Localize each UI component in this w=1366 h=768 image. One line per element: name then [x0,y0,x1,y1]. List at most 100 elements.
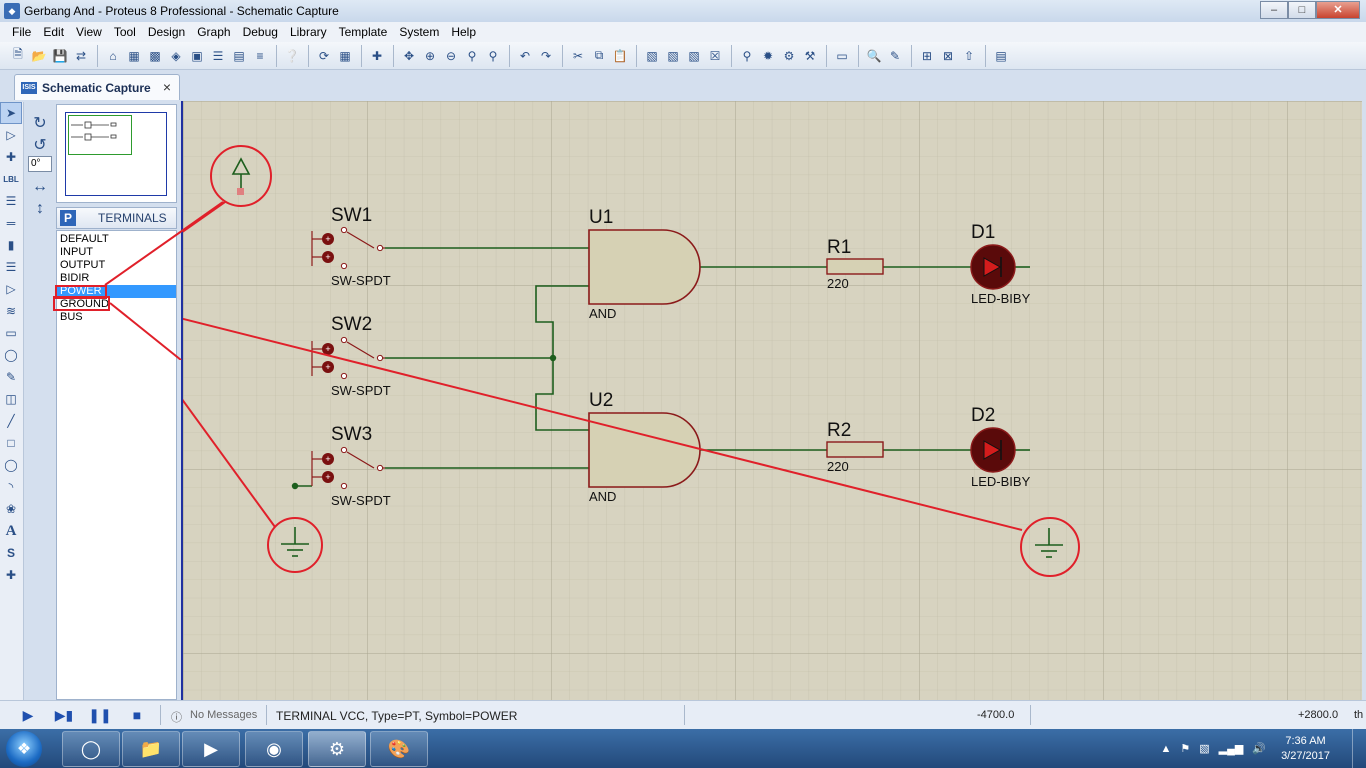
start-button[interactable]: ❖ [6,731,42,767]
minimize-button[interactable]: – [1260,1,1288,19]
maximize-button[interactable]: □ [1288,1,1316,19]
junction-dot[interactable] [291,482,299,490]
junction-dot[interactable] [549,354,557,362]
pan-icon[interactable]: ✥ [399,46,419,66]
menu-file[interactable]: File [6,25,37,39]
save-icon[interactable]: 💾 [50,46,70,66]
menu-help[interactable]: Help [445,25,482,39]
block-rotate-icon[interactable]: ▧ [684,46,704,66]
subcircuit-mode-icon[interactable]: ▮ [0,234,22,256]
paint-icon[interactable]: 🎨 [370,731,428,767]
paste-icon[interactable]: 📋 [610,46,630,66]
zoom-out-icon[interactable]: ⊖ [441,46,461,66]
pause-icon[interactable]: ❚❚ [88,707,111,723]
internet-explorer-icon[interactable]: ◯ [62,731,120,767]
copy-icon[interactable]: ⧉ [589,46,609,66]
menu-graph[interactable]: Graph [191,25,236,39]
origin-icon[interactable]: ✚ [367,46,387,66]
menu-template[interactable]: Template [333,25,394,39]
overview-window[interactable] [56,104,177,203]
bom-icon[interactable]: ▤ [229,46,249,66]
menu-view[interactable]: View [70,25,108,39]
voltage-probe-mode-icon[interactable]: ✎ [0,366,22,388]
step-icon[interactable]: ▶▮ [55,707,73,723]
terminal-item-input[interactable]: INPUT [57,246,176,259]
block-delete-icon[interactable]: ☒ [705,46,725,66]
menu-design[interactable]: Design [142,25,191,39]
help-icon[interactable]: ❔ [282,46,302,66]
block-copy-icon[interactable]: ▧ [642,46,662,66]
text-script-mode-icon[interactable]: ☰ [0,190,22,212]
schematic-icon[interactable]: ▦ [124,46,144,66]
tab-close-icon[interactable]: × [163,79,171,95]
virtual-instruments-mode-icon[interactable]: ◫ [0,388,22,410]
line-mode-icon[interactable]: ╱ [0,410,22,432]
home-icon[interactable]: ⌂ [103,46,123,66]
zoom-area-icon[interactable]: ⚲ [483,46,503,66]
wire-autorouter-icon[interactable]: ▭ [832,46,852,66]
tape-recorder-mode-icon[interactable]: ▭ [0,322,22,344]
terminal-item-output[interactable]: OUTPUT [57,259,176,272]
rotate-clockwise-icon[interactable]: ↻ [28,112,52,134]
messages-status[interactable]: No Messages [190,709,257,721]
show-hidden-icons-icon[interactable]: ▲ [1160,743,1171,755]
box-mode-icon[interactable]: □ [0,432,22,454]
symbol-mode-icon[interactable]: S [0,542,22,564]
grid-toggle-icon[interactable]: ▦ [335,46,355,66]
remove-sheet-icon[interactable]: ⊠ [938,46,958,66]
chrome-icon[interactable]: ◉ [245,731,303,767]
rotation-angle-field[interactable]: 0° [28,156,52,172]
make-device-icon[interactable]: ✹ [758,46,778,66]
wire-label-mode-icon[interactable]: LBL [0,168,22,190]
path-mode-icon[interactable]: ❀ [0,498,22,520]
system-clock[interactable]: 7:36 AM 3/27/2017 [1281,734,1330,764]
stop-icon[interactable]: ■ [129,707,145,723]
tab-schematic-capture[interactable]: ISIS Schematic Capture × [14,74,180,100]
decompose-icon[interactable]: ⚒ [800,46,820,66]
terminal-item-default[interactable]: DEFAULT [57,233,176,246]
cut-icon[interactable]: ✂ [568,46,588,66]
zoom-in-icon[interactable]: ⊕ [420,46,440,66]
file-explorer-icon[interactable]: 📁 [122,731,180,767]
menu-system[interactable]: System [393,25,445,39]
close-button[interactable]: ✕ [1316,1,1360,19]
menu-tool[interactable]: Tool [108,25,142,39]
menu-edit[interactable]: Edit [37,25,70,39]
circle-mode-icon[interactable]: ◯ [0,454,22,476]
media-player-icon[interactable]: ▶ [182,731,240,767]
packaging-tool-icon[interactable]: ⚙ [779,46,799,66]
3d-view-icon[interactable]: ◈ [166,46,186,66]
netlist-report-icon[interactable]: ▤ [991,46,1011,66]
open-folder-icon[interactable]: 📂 [29,46,49,66]
block-move-icon[interactable]: ▧ [663,46,683,66]
design-explorer-icon[interactable]: ☰ [208,46,228,66]
search-icon[interactable]: 🔍 [864,46,884,66]
property-tool-icon[interactable]: ✎ [885,46,905,66]
new-sheet-icon[interactable]: ⊞ [917,46,937,66]
rotate-anticlockwise-icon[interactable]: ↺ [28,134,52,156]
volume-icon[interactable]: 🔊 [1252,742,1266,755]
zoom-all-icon[interactable]: ⚲ [462,46,482,66]
pcb-layout-icon[interactable]: ▩ [145,46,165,66]
bus-mode-icon[interactable]: ═ [0,212,22,234]
terminals-mode-icon[interactable]: ☰ [0,256,22,278]
schematic-canvas[interactable]: + + SW1 SW-SPDT + + SW2 SW-SPDT + + SW3 … [181,101,1362,700]
gerber-icon[interactable]: ▣ [187,46,207,66]
mirror-horizontal-icon[interactable]: ↔ [28,176,52,198]
network-signal-icon[interactable]: ▂▄▆ [1219,742,1244,755]
exit-to-parent-icon[interactable]: ⇧ [959,46,979,66]
generator-mode-icon[interactable]: ◯ [0,344,22,366]
play-icon[interactable]: ▶ [20,707,36,723]
junction-dot-mode-icon[interactable]: ✚ [0,146,22,168]
redo-icon[interactable]: ↷ [536,46,556,66]
menu-library[interactable]: Library [284,25,333,39]
refresh-icon[interactable]: ⟳ [314,46,334,66]
device-pins-mode-icon[interactable]: ▷ [0,278,22,300]
source-code-icon[interactable]: ≡ [250,46,270,66]
mirror-vertical-icon[interactable]: ↕ [28,198,52,220]
pick-terminal-button[interactable]: P [60,210,76,226]
selection-mode-icon[interactable]: ➤ [0,102,22,124]
component-mode-icon[interactable]: ▷ [0,124,22,146]
menu-debug[interactable]: Debug [237,25,284,39]
new-file-icon[interactable]: 🗎 [8,46,28,66]
